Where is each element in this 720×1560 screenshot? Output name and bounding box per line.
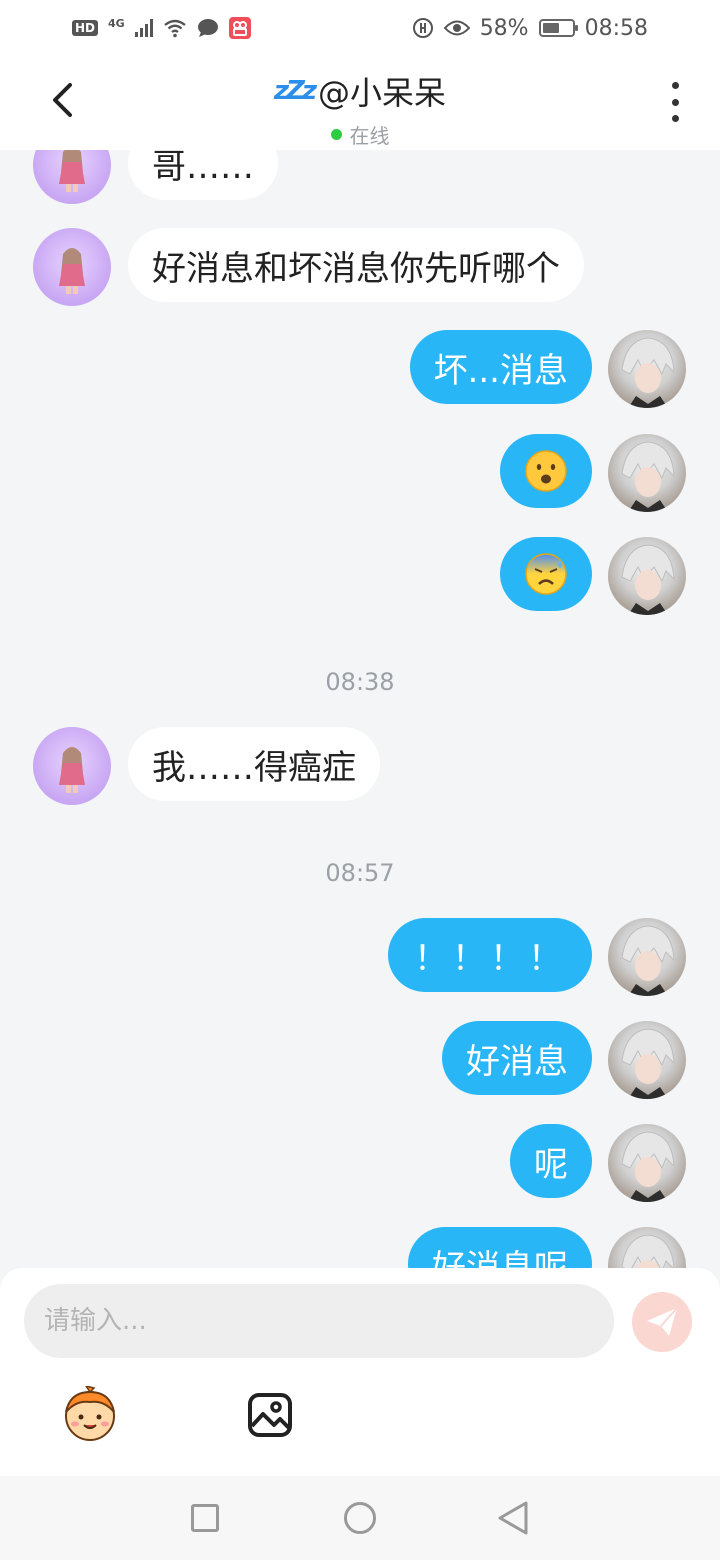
hd-badge: HD — [72, 20, 99, 36]
outgoing-message-bubble[interactable]: 呢 — [510, 1124, 592, 1198]
anxious-sweat-face-icon — [525, 553, 567, 595]
message-row: 好消息和坏消息你先听哪个 — [0, 228, 720, 306]
sleep-icon: zZz — [273, 76, 317, 106]
image-icon — [248, 1393, 292, 1437]
recent-apps-button[interactable] — [191, 1504, 219, 1532]
my-avatar[interactable] — [608, 330, 686, 408]
incoming-message-bubble[interactable]: 哥…… — [128, 150, 278, 200]
battery-percent: 58% — [479, 15, 529, 41]
my-avatar[interactable] — [608, 1227, 686, 1268]
data-saver-icon — [412, 18, 433, 38]
eye-comfort-icon — [443, 20, 470, 36]
sticker-button[interactable] — [60, 1384, 120, 1442]
message-row: 好消息 — [0, 1021, 720, 1099]
home-button[interactable] — [344, 1502, 376, 1534]
my-avatar[interactable] — [608, 434, 686, 512]
my-avatar[interactable] — [608, 1021, 686, 1099]
more-dot — [671, 115, 679, 122]
message-row: 呢 — [0, 1124, 720, 1202]
contact-avatar[interactable] — [33, 150, 111, 204]
message-row: 我……得癌症 — [0, 727, 720, 805]
send-button[interactable] — [632, 1292, 692, 1352]
signal-icon — [134, 19, 153, 37]
astonished-face-icon — [525, 450, 567, 492]
contact-avatar[interactable] — [33, 228, 111, 306]
image-button[interactable] — [247, 1392, 293, 1438]
send-icon — [647, 1307, 678, 1336]
more-options-button[interactable] — [660, 82, 690, 122]
title-wrap: zZz @小呆呆 在线 — [0, 68, 720, 149]
incoming-message-bubble[interactable]: 好消息和坏消息你先听哪个 — [128, 228, 584, 302]
message-row: 好消息呢 — [0, 1227, 720, 1268]
my-avatar[interactable] — [608, 537, 686, 615]
sticker-icon — [65, 1384, 115, 1441]
message-row: 坏...消息 — [0, 330, 720, 408]
outgoing-emoji-bubble[interactable] — [500, 434, 592, 508]
my-avatar[interactable] — [608, 918, 686, 996]
message-composer — [0, 1268, 720, 1476]
message-row — [0, 434, 720, 512]
status-bar: HD 4G 58% 08:58 — [0, 0, 720, 56]
incoming-message-bubble[interactable]: 我……得癌症 — [128, 727, 380, 801]
network-label: 4G — [108, 17, 125, 30]
status-bar-left: HD 4G — [72, 17, 251, 39]
wifi-icon — [163, 19, 186, 38]
system-navigation-bar — [0, 1476, 720, 1560]
timestamp: 08:38 — [325, 668, 395, 696]
message-icon — [197, 19, 218, 37]
message-row: ！！！！ — [0, 918, 720, 996]
more-dot — [671, 98, 679, 106]
contact-name: @小呆呆 — [318, 74, 447, 112]
message-row: 哥…… — [0, 150, 720, 204]
message-input[interactable] — [24, 1284, 614, 1358]
app-notification-icon — [228, 17, 251, 39]
status-bar-right: 58% 08:58 — [412, 16, 648, 41]
outgoing-message-bubble[interactable]: 好消息呢 — [408, 1227, 592, 1268]
outgoing-message-bubble[interactable]: 好消息 — [442, 1021, 592, 1095]
outgoing-emoji-bubble[interactable] — [500, 537, 592, 611]
my-avatar[interactable] — [608, 1124, 686, 1202]
back-triangle-icon[interactable] — [496, 1500, 530, 1536]
battery-icon — [538, 19, 578, 37]
chat-list[interactable]: 哥…… 好消息和坏消息你先听哪个 坏...消息 08:38 我……得癌症 08:… — [0, 150, 720, 1268]
outgoing-message-bubble[interactable]: ！！！！ — [388, 918, 592, 992]
status-time: 08:58 — [584, 15, 648, 41]
online-dot-icon — [330, 129, 342, 140]
contact-title[interactable]: zZz @小呆呆 — [274, 68, 446, 114]
contact-avatar[interactable] — [33, 727, 111, 805]
more-dot — [671, 82, 679, 89]
online-status: 在线 — [0, 120, 720, 149]
chat-header: zZz @小呆呆 在线 — [0, 56, 720, 150]
battery-fill — [542, 23, 559, 33]
timestamp: 08:57 — [325, 859, 395, 887]
outgoing-message-bubble[interactable]: 坏...消息 — [409, 330, 592, 404]
online-status-text: 在线 — [349, 124, 390, 148]
message-row — [0, 537, 720, 615]
